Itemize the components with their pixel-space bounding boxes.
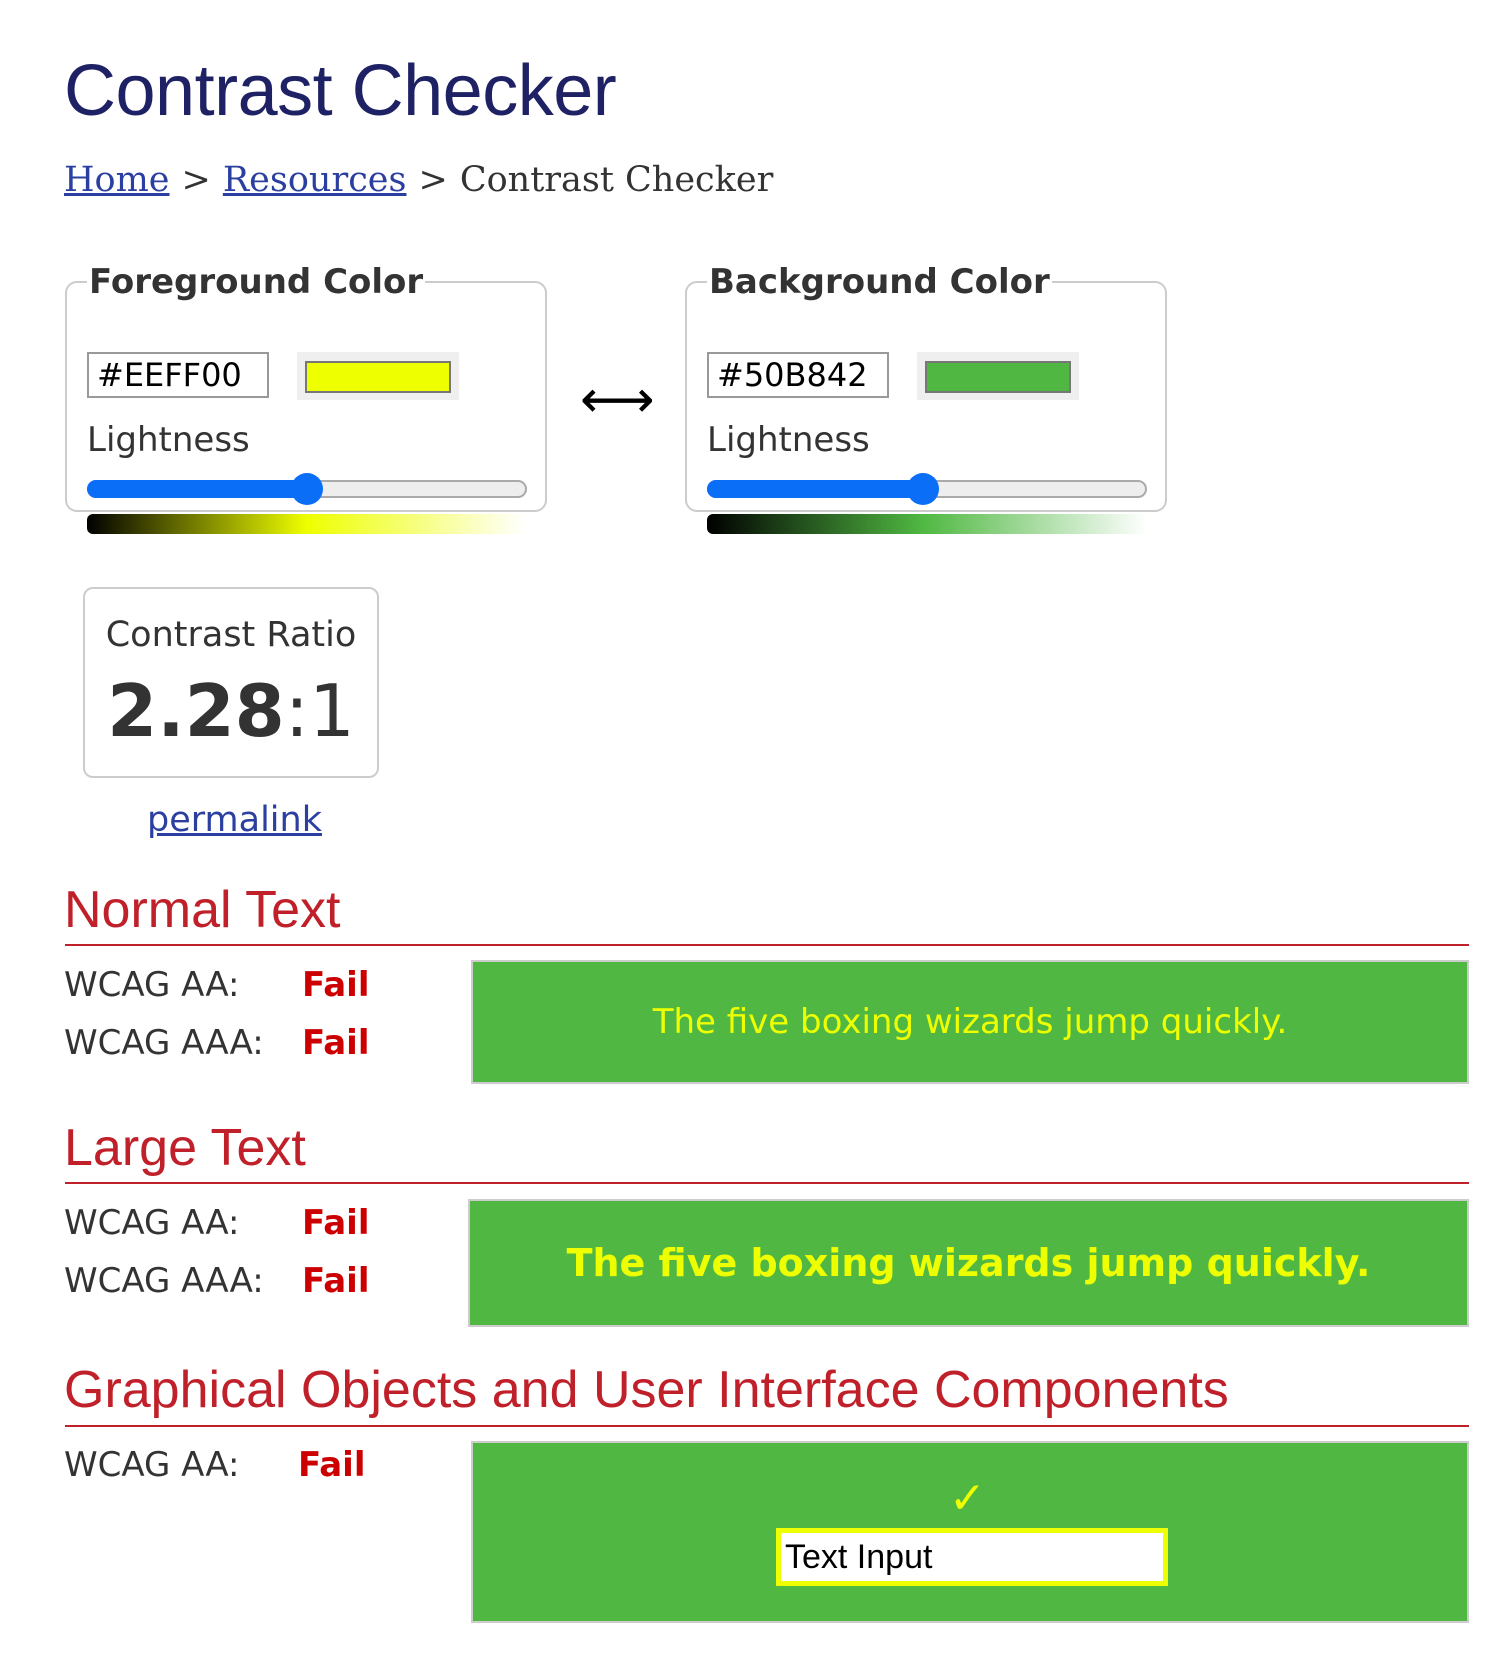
normal-text-heading: Normal Text	[64, 881, 341, 939]
background-color-legend: Background Color	[709, 262, 1050, 302]
page-title: Contrast Checker	[64, 51, 617, 131]
slider-fill	[707, 480, 923, 498]
contrast-ratio-panel: Contrast Ratio 2.28:1	[83, 587, 379, 778]
large-wcag-aa-label: WCAG AA:	[64, 1203, 240, 1243]
foreground-color-legend: Foreground Color	[89, 262, 424, 302]
breadcrumb-resources-link[interactable]: Resources	[223, 160, 407, 200]
breadcrumb-separator: >	[418, 160, 448, 200]
checkmark-icon: ✓	[949, 1473, 986, 1524]
background-color-picker[interactable]	[917, 352, 1079, 400]
foreground-color-swatch[interactable]	[305, 361, 451, 393]
contrast-ratio-number: 2.28	[107, 669, 285, 753]
foreground-hex-input[interactable]	[87, 352, 269, 398]
slider-thumb[interactable]	[906, 473, 939, 505]
background-color-swatch[interactable]	[925, 361, 1071, 393]
graphical-wcag-aa-label: WCAG AA:	[64, 1445, 240, 1485]
normal-wcag-aa-result: Fail	[302, 965, 370, 1005]
graphical-objects-heading: Graphical Objects and User Interface Com…	[64, 1361, 1229, 1419]
breadcrumb-home-link[interactable]: Home	[64, 160, 170, 200]
background-lightness-slider[interactable]	[707, 473, 1147, 505]
section-divider	[65, 1182, 1469, 1184]
large-wcag-aa-result: Fail	[302, 1203, 370, 1243]
ui-components-preview: ✓	[471, 1441, 1469, 1623]
slider-fill	[87, 480, 307, 498]
background-hex-input[interactable]	[707, 352, 889, 398]
foreground-lightness-label: Lightness	[87, 420, 250, 460]
large-wcag-aaa-result: Fail	[302, 1261, 370, 1301]
large-text-preview: The five boxing wizards jump quickly.	[468, 1199, 1469, 1327]
normal-wcag-aa-label: WCAG AA:	[64, 965, 240, 1005]
background-lightness-label: Lightness	[707, 420, 870, 460]
sample-text-input[interactable]	[776, 1528, 1168, 1586]
foreground-color-panel: Foreground Color Lightness	[65, 262, 547, 534]
foreground-lightness-slider[interactable]	[87, 473, 527, 505]
section-divider	[65, 1425, 1469, 1427]
contrast-ratio-value: 2.28:1	[85, 669, 377, 753]
swap-colors-icon[interactable]: ⟷	[580, 370, 655, 430]
permalink-link[interactable]: permalink	[147, 800, 322, 840]
breadcrumb: Home > Resources > Contrast Checker	[64, 160, 773, 200]
section-divider	[65, 944, 1469, 946]
contrast-ratio-suffix: :1	[284, 669, 355, 753]
background-color-panel: Background Color Lightness	[685, 262, 1167, 534]
large-text-heading: Large Text	[64, 1119, 306, 1177]
foreground-color-picker[interactable]	[297, 352, 459, 400]
large-wcag-aaa-label: WCAG AAA:	[64, 1261, 264, 1301]
foreground-lightness-gradient	[87, 514, 527, 534]
slider-thumb[interactable]	[291, 473, 323, 505]
graphical-wcag-aa-result: Fail	[298, 1445, 366, 1485]
normal-wcag-aaa-label: WCAG AAA:	[64, 1023, 264, 1063]
normal-wcag-aaa-result: Fail	[302, 1023, 370, 1063]
background-lightness-gradient	[707, 514, 1147, 534]
breadcrumb-separator: >	[181, 160, 211, 200]
contrast-ratio-label: Contrast Ratio	[105, 615, 357, 655]
breadcrumb-current: Contrast Checker	[459, 160, 774, 200]
normal-text-preview: The five boxing wizards jump quickly.	[471, 960, 1469, 1084]
